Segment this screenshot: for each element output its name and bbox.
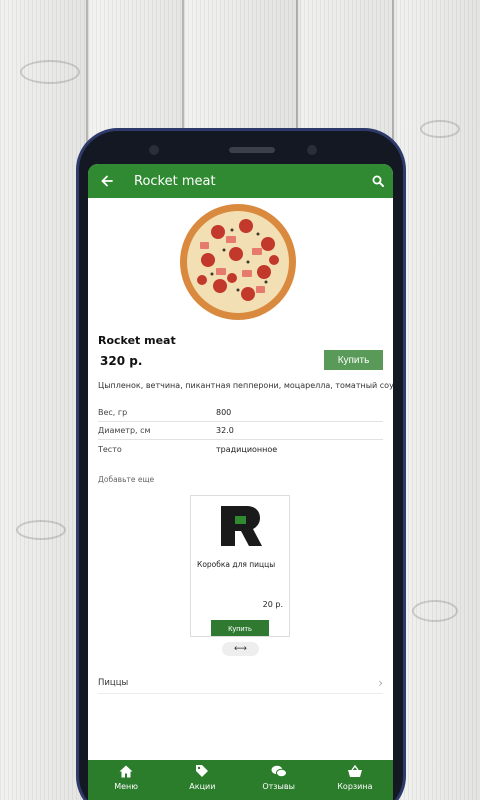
chevron-right-icon: › xyxy=(378,675,383,690)
spec-value: традиционное xyxy=(216,444,278,454)
product-price: 320 р. xyxy=(100,354,143,368)
search-button[interactable] xyxy=(363,164,393,198)
app-bar: Rocket meat xyxy=(88,164,393,198)
nav-item-reviews[interactable]: Отзывы xyxy=(241,760,317,800)
spec-label: Вес, гр xyxy=(98,408,128,417)
nav-label: Корзина xyxy=(337,782,373,791)
addon-price: 20 р. xyxy=(262,600,283,609)
arrow-left-icon xyxy=(101,175,113,187)
spec-table: Вес, гр 800 Диаметр, см 32.0 Тесто тради… xyxy=(98,404,383,458)
nav-label: Акции xyxy=(189,782,216,791)
rocket-logo-icon xyxy=(219,504,263,548)
nav-label: Отзывы xyxy=(262,782,295,791)
tag-icon xyxy=(195,764,209,778)
search-icon xyxy=(372,175,384,187)
spec-row-diameter: Диаметр, см 32.0 xyxy=(98,422,383,440)
bottom-navigation: Меню Акции Отзывы Корзина xyxy=(88,760,393,800)
app-screen: Rocket meat Rocket meat 320 р. Купить Цы… xyxy=(88,164,393,800)
nav-item-cart[interactable]: Корзина xyxy=(317,760,393,800)
spec-label: Тесто xyxy=(98,444,122,454)
product-description: Цыпленок, ветчина, пикантная пепперони, … xyxy=(98,381,393,390)
horizontal-scroll-indicator[interactable]: ⟷ xyxy=(222,642,259,656)
nav-item-promotions[interactable]: Акции xyxy=(164,760,240,800)
nav-label: Меню xyxy=(114,782,139,791)
buy-button[interactable]: Купить xyxy=(324,350,383,370)
spec-value: 800 xyxy=(216,408,232,417)
addon-name: Коробка для пиццы xyxy=(197,560,276,569)
category-label: Пиццы xyxy=(98,677,129,688)
spec-row-dough: Тесто традиционное xyxy=(98,440,383,458)
addmore-heading: Добавьте еще xyxy=(98,475,155,484)
product-image xyxy=(178,202,298,322)
nav-item-menu[interactable]: Меню xyxy=(88,760,164,800)
basket-icon xyxy=(347,764,363,778)
back-button[interactable] xyxy=(90,164,124,198)
spec-label: Диаметр, см xyxy=(98,426,151,435)
spec-row-weight: Вес, гр 800 xyxy=(98,404,383,422)
product-content: Rocket meat 320 р. Купить Цыпленок, ветч… xyxy=(88,198,393,760)
addon-card[interactable]: Коробка для пиццы 20 р. Купить xyxy=(190,495,290,637)
chat-icon xyxy=(271,764,287,778)
spec-value: 32.0 xyxy=(216,426,234,435)
category-link-pizzas[interactable]: Пиццы › xyxy=(98,672,383,694)
home-icon xyxy=(119,764,133,778)
addon-buy-button[interactable]: Купить xyxy=(211,620,269,636)
page-title: Rocket meat xyxy=(134,173,216,189)
product-name: Rocket meat xyxy=(98,334,176,347)
